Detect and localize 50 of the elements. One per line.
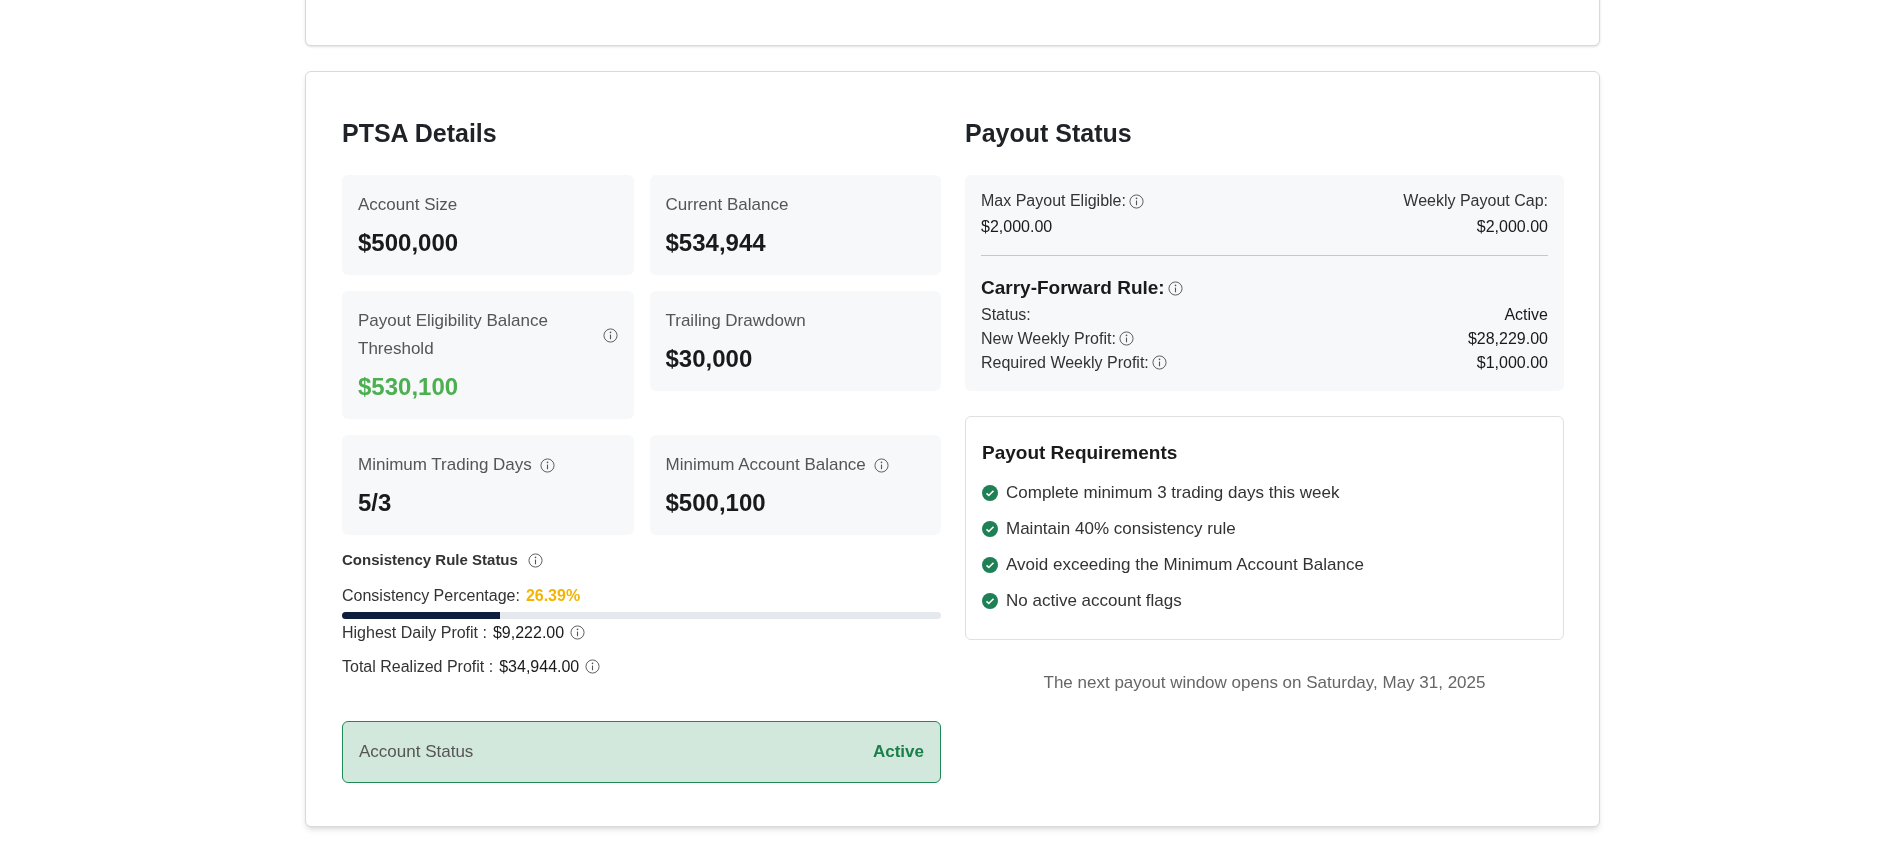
info-icon[interactable] [1128,193,1144,209]
consistency-percentage: 26.39% [525,585,581,606]
payout-label: Weekly Payout Cap: [1403,191,1548,211]
info-icon[interactable] [1151,355,1167,370]
stat-label: Minimum Account Balance [665,454,866,476]
payout-value: $2,000.00 [981,217,1054,237]
info-icon[interactable] [539,457,555,473]
profit-label: Total Realized Profit : [342,656,494,677]
requirement-text: Complete minimum 3 trading days this week [1006,482,1340,505]
section-title: Payout Status [965,118,1133,148]
requirement-text: Maintain 40% consistency rule [1006,518,1236,541]
info-icon[interactable] [873,457,889,473]
status-value: Active [872,740,924,763]
stat-label: Payout Eligibility Balance Threshold [358,310,549,360]
carry-forward-title: Carry-Forward Rule: [981,276,1165,300]
payout-value: $2,000.00 [1475,217,1548,237]
info-icon[interactable] [570,625,586,640]
stat-label: Minimum Trading Days [358,454,532,476]
stat-value: $500,100 [665,488,767,518]
stat-value: 5/3 [358,488,393,518]
stat-label: Trailing Drawdown [665,310,806,332]
info-icon[interactable] [602,327,618,343]
stat-value: $30,000 [665,344,754,374]
payout-window-note: The next payout window opens on Saturday, May 31, 2025 [1043,672,1486,694]
payout-label: Max Payout Eligible: [981,191,1126,211]
carry-label: Status: [981,304,1031,325]
requirement-text: No active account flags [1006,590,1182,613]
profit-value: $34,944.00 [499,656,580,677]
info-icon[interactable] [1118,331,1134,346]
carry-value: $28,229.00 [1467,328,1548,349]
consistency-label: Consistency Percentage: [342,585,520,606]
requirement-text: Avoid exceeding the Minimum Account Balance [1006,554,1364,577]
status-label: Account Status [359,740,474,763]
profit-label: Highest Daily Profit : [342,622,487,643]
consistency-title: Consistency Rule Status [342,550,518,570]
carry-label: New Weekly Profit: [981,328,1116,349]
carry-label: Required Weekly Profit: [981,352,1149,373]
carry-value: Active [1504,304,1548,325]
info-icon[interactable] [527,552,543,568]
stat-label: Current Balance [665,194,789,216]
carry-value: $1,000.00 [1476,352,1548,373]
info-icon[interactable] [1167,280,1183,296]
requirements-title: Payout Requirements [982,440,1179,465]
profit-value: $9,222.00 [492,622,565,643]
stat-value: $534,944 [665,228,767,258]
stat-value: $500,000 [358,228,460,258]
info-icon[interactable] [585,659,601,674]
stat-label: Account Size [358,194,458,216]
stat-value: $530,100 [358,372,460,402]
section-title: PTSA Details [342,118,498,148]
